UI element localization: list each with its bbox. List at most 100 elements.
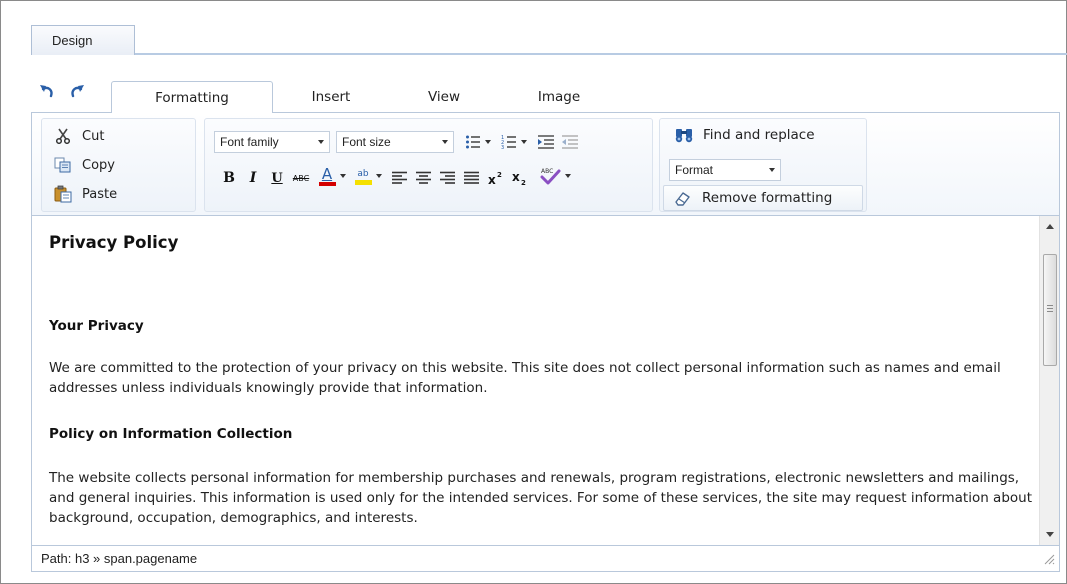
tab-image[interactable]: Image — [499, 81, 619, 112]
chevron-down-icon — [375, 174, 382, 178]
tab-view[interactable]: View — [389, 81, 499, 112]
outdent-icon — [562, 135, 578, 149]
justify-icon — [463, 171, 479, 184]
numbered-list-button[interactable]: 1 2 3 — [497, 131, 531, 153]
indent-button[interactable] — [535, 131, 557, 153]
clipboard-group: Cut Copy Paste — [41, 118, 196, 212]
tab-insert[interactable]: Insert — [273, 81, 389, 112]
section-heading: Policy on Information Collection — [49, 426, 293, 442]
paste-label: Paste — [82, 186, 118, 202]
svg-text:2: 2 — [521, 179, 526, 186]
align-center-icon — [415, 171, 431, 184]
editing-group: Find and replace Format Remove formattin… — [659, 118, 867, 212]
redo-button[interactable] — [66, 81, 88, 101]
chevron-down-icon — [442, 140, 448, 144]
chevron-down-icon — [565, 174, 571, 178]
paste-button[interactable]: Paste — [54, 182, 117, 206]
find-replace-label: Find and replace — [703, 127, 815, 143]
spellcheck-icon: ABC — [540, 168, 561, 185]
highlight-button[interactable]: ab — [351, 165, 385, 187]
eraser-icon — [674, 189, 692, 207]
font-size-value: Font size — [342, 135, 391, 149]
outdent-button[interactable] — [559, 131, 581, 153]
italic-button[interactable]: I — [243, 167, 263, 189]
grip-icon — [1047, 305, 1053, 312]
remove-formatting-button[interactable]: Remove formatting — [663, 185, 863, 211]
svg-text:2: 2 — [497, 171, 502, 179]
section-paragraph: The website collects personal informatio… — [49, 470, 1033, 526]
align-left-icon — [391, 171, 407, 184]
vertical-scrollbar[interactable] — [1039, 216, 1059, 545]
paste-icon — [54, 185, 72, 203]
section-paragraph: We are committed to the protection of yo… — [49, 360, 1001, 396]
find-replace-button[interactable]: Find and replace — [675, 126, 815, 144]
highlight-swatch — [354, 179, 372, 185]
page-title: Privacy Policy — [49, 233, 179, 252]
scroll-up-button[interactable] — [1040, 218, 1059, 235]
format-select[interactable]: Format — [669, 159, 781, 181]
format-value: Format — [675, 163, 714, 177]
bulleted-list-icon — [466, 135, 480, 149]
cut-label: Cut — [82, 128, 105, 144]
scroll-thumb[interactable] — [1043, 254, 1057, 366]
copy-icon — [54, 156, 72, 174]
svg-text:x: x — [488, 173, 496, 186]
arrow-up-icon — [1045, 224, 1054, 229]
font-family-value: Font family — [220, 135, 279, 149]
font-family-select[interactable]: Font family — [214, 131, 330, 153]
redo-icon — [71, 85, 84, 98]
copy-button[interactable]: Copy — [54, 153, 115, 177]
justify-button[interactable] — [461, 167, 481, 189]
superscript-button[interactable]: x 2 — [485, 167, 507, 189]
element-path: Path: h3 » span.pagename — [41, 551, 198, 566]
indent-icon — [538, 135, 554, 149]
font-color-icon: A — [318, 164, 336, 186]
ribbon: Cut Copy Paste Font family Font size 1 2… — [31, 112, 1060, 215]
strikethrough-button[interactable]: ABC — [289, 167, 313, 189]
align-left-button[interactable] — [389, 167, 409, 189]
status-bar: Path: h3 » span.pagename — [31, 546, 1060, 572]
chevron-down-icon — [339, 174, 346, 178]
resize-grip-icon[interactable] — [1043, 553, 1055, 568]
tab-design[interactable]: Design — [31, 25, 135, 55]
copy-label: Copy — [82, 157, 115, 173]
spellcheck-button[interactable]: ABC — [535, 165, 575, 187]
align-right-button[interactable] — [437, 167, 457, 189]
scroll-down-button[interactable] — [1040, 526, 1059, 543]
cut-button[interactable]: Cut — [54, 124, 104, 148]
binoculars-icon — [675, 126, 693, 144]
arrow-down-icon — [1045, 532, 1054, 537]
tab-formatting[interactable]: Formatting — [111, 81, 273, 113]
align-right-icon — [439, 171, 455, 184]
bulleted-list-button[interactable] — [461, 131, 495, 153]
superscript-icon: x 2 — [488, 171, 502, 186]
font-size-select[interactable]: Font size — [336, 131, 454, 153]
section-heading: Your Privacy — [49, 318, 144, 334]
font-color-button[interactable]: A — [315, 165, 349, 187]
highlight-label: ab — [357, 168, 369, 179]
font-color-label: A — [321, 164, 333, 183]
undo-button[interactable] — [36, 81, 58, 101]
bold-button[interactable]: B — [219, 167, 239, 189]
chevron-down-icon — [521, 140, 527, 144]
svg-text:ABC: ABC — [541, 168, 553, 175]
remove-formatting-label: Remove formatting — [702, 190, 833, 206]
font-group: Font family Font size 1 2 3 B I U ABC A … — [204, 118, 653, 212]
align-center-button[interactable] — [413, 167, 433, 189]
undo-icon — [40, 85, 53, 98]
undo-redo-group — [36, 81, 88, 101]
scissors-icon — [54, 127, 72, 145]
ribbon-tabs: Formatting Insert View Image — [111, 81, 619, 113]
subscript-button[interactable]: x 2 — [509, 167, 531, 189]
chevron-down-icon — [485, 140, 491, 144]
highlight-icon: ab — [354, 168, 372, 185]
underline-button[interactable]: U — [267, 167, 287, 189]
font-color-swatch — [318, 181, 336, 186]
chevron-down-icon — [318, 140, 324, 144]
chevron-down-icon — [769, 168, 775, 172]
svg-text:x: x — [512, 170, 520, 184]
editor-content[interactable]: Privacy Policy Your Privacy We are commi… — [31, 215, 1060, 546]
editor-frame: Design Formatting Insert View Image Cut … — [0, 0, 1067, 584]
top-tab-strip: Design — [31, 25, 1067, 55]
subscript-icon: x 2 — [512, 170, 526, 186]
